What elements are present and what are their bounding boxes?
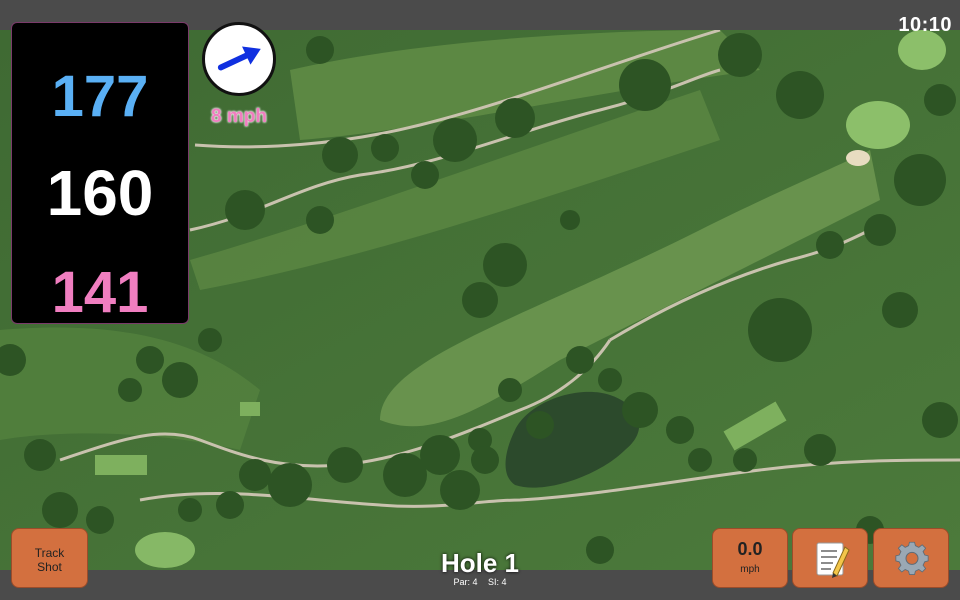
speed-unit: mph: [740, 564, 760, 575]
si-label: SI: 4: [488, 577, 507, 587]
speed-value: 0.0: [737, 539, 763, 559]
settings-button[interactable]: [873, 528, 949, 588]
distance-panel: 177 160 141: [11, 22, 189, 325]
notes-button[interactable]: [792, 528, 868, 588]
hole-title: Hole 1: [440, 548, 520, 578]
track-shot-button[interactable]: Track Shot: [11, 528, 88, 588]
track-shot-label: Track Shot: [34, 546, 65, 574]
wind-arrow-icon: [217, 46, 261, 71]
gear-icon: [895, 541, 929, 575]
distance-back: 177: [51, 64, 149, 129]
distance-front: 141: [51, 260, 149, 325]
distance-middle: 160: [46, 157, 154, 229]
clock: 10:10: [898, 14, 952, 36]
golf-gps-screen: 10:10 177 160 141 8 mph Track Shot Hole …: [0, 0, 960, 600]
wind-speed: 8 mph: [211, 106, 267, 127]
hole-info: Par: 4 SI: 4: [400, 577, 560, 587]
speed-button[interactable]: 0.0 mph: [712, 528, 788, 588]
memo-icon: [816, 542, 850, 578]
par-label: Par: 4: [453, 577, 478, 587]
wind-indicator: [202, 22, 276, 96]
